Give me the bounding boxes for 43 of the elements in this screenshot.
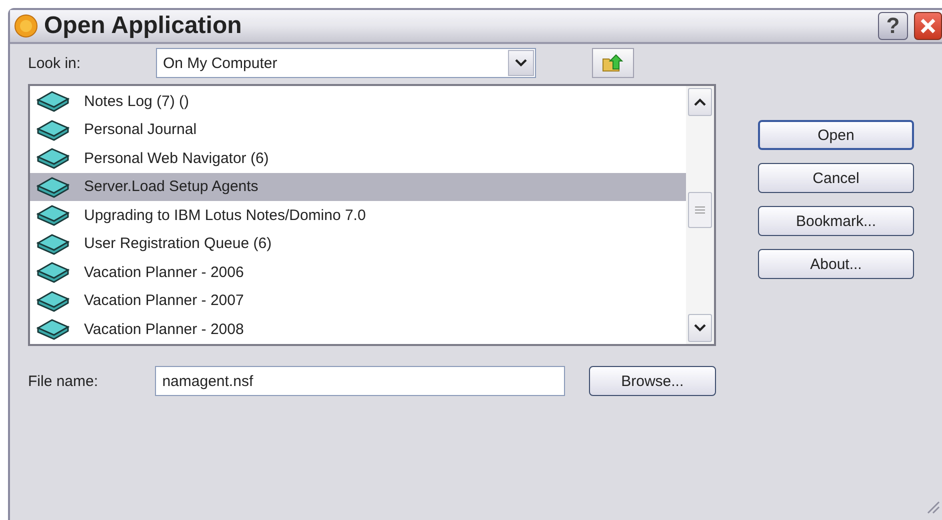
book-icon [36, 176, 70, 198]
scroll-up-button[interactable] [688, 88, 712, 116]
list-item[interactable]: Vacation Planner - 2006 [30, 258, 686, 286]
dialog-button[interactable]: Cancel [758, 163, 914, 193]
dropdown-button[interactable] [508, 50, 534, 76]
list-item[interactable]: Vacation Planner - 2007 [30, 286, 686, 315]
grip-lines-icon [695, 206, 705, 214]
book-icon [36, 118, 70, 141]
up-folder-button[interactable] [592, 48, 634, 78]
book-icon [36, 204, 70, 226]
book-icon [36, 290, 70, 312]
chevron-down-icon [515, 59, 527, 67]
list-item[interactable]: Vacation Planner - 2008 [30, 315, 686, 344]
book-icon [36, 318, 70, 340]
book-icon [36, 261, 70, 284]
list-item[interactable]: Notes Log (7) () [30, 87, 686, 116]
app-icon [14, 14, 38, 38]
scrollbar[interactable] [686, 86, 714, 344]
scroll-down-button[interactable] [688, 314, 712, 342]
help-button[interactable]: ? [878, 12, 908, 40]
dialog-button[interactable]: Bookmark... [758, 206, 914, 236]
browse-button[interactable]: Browse... [588, 366, 716, 396]
look-in-label: Look in: [28, 54, 82, 72]
window-title: Open Application [44, 12, 243, 40]
close-button[interactable] [914, 12, 942, 40]
chevron-down-icon [694, 324, 706, 332]
look-in-dropdown[interactable]: On My Computer [156, 48, 536, 78]
scroll-thumb[interactable] [688, 192, 712, 228]
book-icon [36, 147, 70, 170]
list-item[interactable]: Personal Journal [30, 116, 686, 144]
list-item[interactable]: Personal Web Navigator (6) [30, 144, 686, 172]
file-name-label: File name: [28, 372, 100, 390]
folder-up-icon [601, 53, 625, 73]
list-item[interactable]: Upgrading to IBM Lotus Notes/Domino 7.0 [30, 201, 686, 230]
list-item[interactable]: User Registration Queue (6) [30, 230, 686, 258]
book-icon [36, 232, 70, 255]
dialog-button[interactable]: Open [758, 120, 914, 150]
chevron-up-icon [694, 98, 706, 106]
close-icon [919, 17, 937, 35]
book-icon [36, 90, 70, 112]
list-item[interactable]: Server.Load Setup Agents [30, 172, 686, 201]
file-name-field[interactable]: namagent.nsf [155, 366, 565, 396]
dialog-button[interactable]: About... [758, 249, 914, 279]
